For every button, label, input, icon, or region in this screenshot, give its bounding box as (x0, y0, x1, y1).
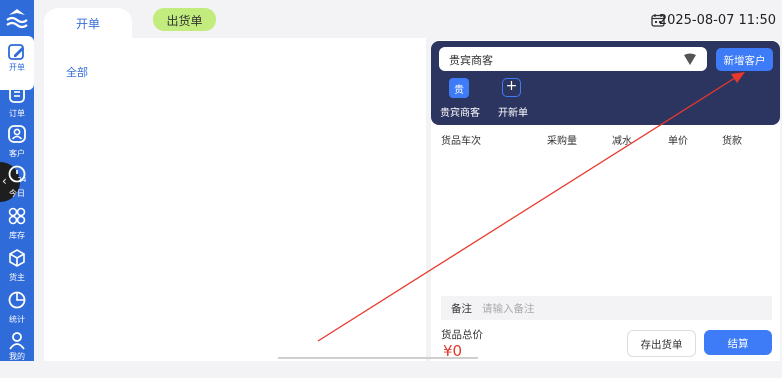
settle-button-label: 结算 (727, 338, 749, 350)
total-label: 货品总价 (441, 329, 483, 341)
column-header: 货品车次 (441, 136, 481, 147)
category-all[interactable]: 全部 (66, 64, 88, 80)
customer-card: 贵宾商客 新增客户 贵 贵宾商客 + 开新单 (431, 41, 780, 125)
note-field[interactable]: 备注 请输入备注 (441, 296, 772, 320)
sidebar-item-label: 开单 (9, 63, 25, 72)
column-header: 采购量 (547, 136, 577, 147)
add-customer-label: 新增客户 (723, 55, 766, 67)
settle-button[interactable]: 结算 (704, 330, 772, 355)
tab-open-order[interactable]: 开单 (44, 8, 132, 38)
category-panel: 全部 (44, 38, 426, 361)
sidebar-item-label: 库存 (9, 231, 25, 240)
sidebar-item-mine[interactable]: 我的 (0, 324, 34, 378)
sidebar-item-label: 货主 (9, 273, 25, 282)
new-order-button[interactable]: + (502, 78, 521, 97)
guest-avatar-text: 贵 (454, 85, 464, 96)
new-order-label: 开新单 (498, 108, 528, 119)
sidebar-item-label: 我的 (9, 352, 25, 361)
order-icon (9, 85, 25, 103)
datetime-display: 2025-08-07 11:50 (658, 13, 776, 28)
note-label: 备注 (451, 303, 472, 315)
customer-select-value: 贵宾商客 (449, 54, 493, 67)
pie-chart-icon (8, 291, 26, 309)
profile-icon (9, 332, 25, 350)
tab-label: 出货单 (166, 14, 203, 28)
save-shipping-order-button[interactable]: 存出货单 (627, 330, 696, 357)
customer-chip-label: 贵宾商客 (440, 108, 480, 119)
tab-shipping-order[interactable]: 出货单 (153, 8, 216, 31)
sidebar-item-label: 今日 (9, 189, 25, 198)
today-count-badge: 24 (17, 176, 27, 184)
add-customer-button[interactable]: 新增客户 (716, 48, 773, 71)
column-header: 减水 (612, 136, 632, 147)
sidebar: 开单 订单 客户 ‹ 24 今日 库存 货主 统计 我的 (0, 0, 34, 361)
logo-icon (6, 9, 28, 29)
box-icon (9, 249, 25, 267)
customer-select[interactable]: 贵宾商客 (439, 47, 707, 71)
edit-icon (8, 44, 24, 60)
home-indicator (278, 357, 478, 359)
plus-icon: + (505, 78, 518, 94)
column-header: 单价 (668, 136, 688, 147)
dropdown-icon (684, 53, 696, 65)
column-header: 货款 (722, 136, 742, 147)
save-button-label: 存出货单 (640, 339, 683, 351)
customer-chip-guest[interactable]: 贵 (449, 78, 469, 98)
stock-icon (8, 207, 26, 225)
note-placeholder: 请输入备注 (482, 303, 535, 315)
user-icon (8, 125, 26, 143)
tab-label: 开单 (75, 17, 100, 31)
